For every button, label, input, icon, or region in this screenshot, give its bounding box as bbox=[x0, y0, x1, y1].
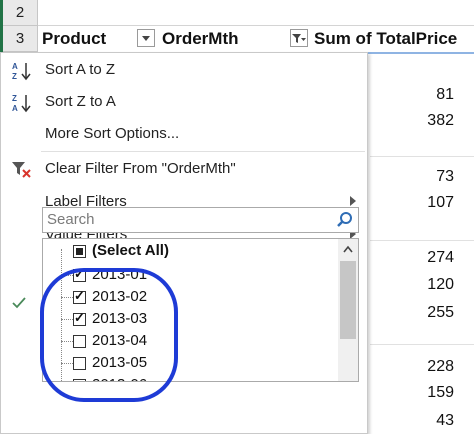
list-item-label: 2013-01 bbox=[92, 266, 148, 283]
values-column: 81 382 73 107 274 120 255 228 159 43 bbox=[370, 52, 474, 434]
clear-filter-icon bbox=[12, 162, 31, 178]
menu-label: More Sort Options... bbox=[45, 125, 180, 142]
svg-text:Z: Z bbox=[12, 72, 17, 81]
menu-clear-filter[interactable]: Clear Filter From "OrderMth" bbox=[2, 154, 366, 184]
tree-connector bbox=[61, 341, 73, 342]
tree-connector bbox=[61, 297, 73, 298]
value-cell[interactable]: 274 bbox=[427, 249, 454, 267]
list-item-label: 2013-04 bbox=[92, 332, 148, 349]
value-cell[interactable]: 43 bbox=[436, 412, 454, 430]
value-cell[interactable]: 107 bbox=[427, 194, 454, 212]
search-input[interactable]: Search bbox=[42, 207, 359, 233]
list-item-label: 2013-03 bbox=[92, 310, 148, 327]
checkbox[interactable] bbox=[73, 379, 86, 381]
menu-sort-z-to-a[interactable]: Z A Sort Z to A bbox=[2, 87, 366, 117]
menu-separator bbox=[41, 151, 365, 152]
ordermth-header[interactable]: OrderMth bbox=[162, 26, 239, 52]
value-cell[interactable]: 81 bbox=[436, 86, 454, 104]
sum-totalprice-header[interactable]: Sum of TotalPrice bbox=[314, 26, 457, 52]
sort-descending-icon: Z A bbox=[12, 94, 31, 113]
value-cell[interactable]: 159 bbox=[427, 384, 454, 402]
tree-connector bbox=[61, 275, 73, 276]
row-number-2[interactable]: 2 bbox=[3, 0, 37, 26]
list-item-label: 2013-05 bbox=[92, 354, 148, 371]
checkbox[interactable] bbox=[73, 288, 86, 304]
checkbox[interactable] bbox=[73, 357, 86, 370]
product-filter-button[interactable] bbox=[137, 29, 155, 47]
selected-check-icon bbox=[12, 297, 26, 309]
row-number-3[interactable]: 3 bbox=[3, 26, 37, 52]
value-cell[interactable]: 382 bbox=[427, 112, 454, 130]
value-cell[interactable]: 120 bbox=[427, 276, 454, 294]
pivot-header-row: Product OrderMth Sum of TotalPrice bbox=[38, 26, 474, 54]
product-header[interactable]: Product bbox=[42, 26, 106, 52]
submenu-arrow-icon bbox=[350, 196, 356, 206]
svg-text:Z: Z bbox=[12, 94, 17, 103]
dropdown-arrow-icon bbox=[142, 36, 150, 41]
checkbox[interactable] bbox=[73, 335, 86, 348]
search-placeholder: Search bbox=[47, 211, 95, 228]
ordermth-filter-button[interactable] bbox=[290, 29, 308, 47]
list-item-label: (Select All) bbox=[92, 242, 169, 259]
list-item-label: 2013-02 bbox=[92, 288, 148, 305]
scroll-up-icon[interactable] bbox=[343, 245, 353, 253]
list-scrollbar[interactable] bbox=[338, 239, 358, 381]
sort-ascending-icon: A Z bbox=[12, 62, 31, 81]
checkbox[interactable] bbox=[73, 310, 86, 326]
value-cell[interactable]: 228 bbox=[427, 358, 454, 376]
svg-text:A: A bbox=[12, 62, 18, 71]
menu-sort-a-to-z[interactable]: A Z Sort A to Z bbox=[2, 55, 366, 85]
scrollbar-thumb[interactable] bbox=[340, 261, 356, 339]
menu-label: Sort A to Z bbox=[45, 61, 116, 78]
filter-active-icon bbox=[292, 34, 306, 43]
tree-connector bbox=[61, 363, 73, 364]
menu-label: Clear Filter From "OrderMth" bbox=[45, 160, 236, 177]
checkbox[interactable] bbox=[73, 266, 86, 282]
checkbox[interactable] bbox=[73, 245, 86, 258]
menu-more-sort-options[interactable]: More Sort Options... bbox=[2, 119, 366, 149]
value-cell[interactable]: 255 bbox=[427, 304, 454, 322]
row-2-cells[interactable] bbox=[38, 0, 474, 26]
list-item-label: 2013-06 bbox=[92, 376, 147, 381]
filter-checkbox-list: (Select All) 2013-01 2013-02 2013-03 201… bbox=[42, 238, 359, 382]
menu-label: Sort Z to A bbox=[45, 93, 116, 110]
search-icon bbox=[337, 212, 352, 227]
tree-connector bbox=[61, 319, 73, 320]
value-cell[interactable]: 73 bbox=[436, 168, 454, 186]
svg-text:A: A bbox=[12, 104, 18, 113]
